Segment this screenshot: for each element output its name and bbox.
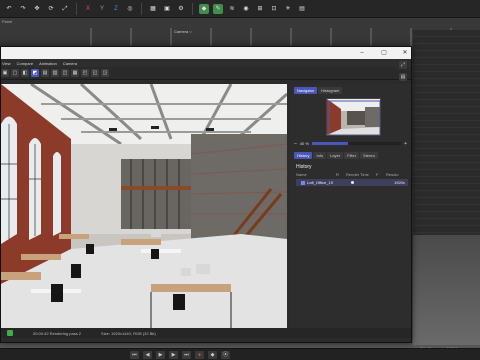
viewer-tool-icon[interactable]: ◱ — [91, 69, 99, 77]
panel-label: Panel — [2, 19, 13, 24]
z-axis-icon[interactable]: Z — [111, 4, 121, 14]
go-start-icon[interactable]: ⏮ — [130, 350, 139, 359]
viewer-extra-icons: ⤢ ▤ — [399, 59, 411, 89]
navigator-tabs: Navigator Histogram — [294, 87, 343, 94]
rotate-icon[interactable]: ⟳ — [46, 4, 56, 14]
render-region-icon[interactable]: ▦ — [148, 4, 158, 14]
history-row-checkbox[interactable] — [301, 180, 305, 185]
viewer-tool-icon[interactable]: ▥ — [51, 69, 59, 77]
tab-history[interactable]: History — [294, 152, 313, 159]
toolbar-separator — [192, 2, 193, 15]
menu-view[interactable]: View — [2, 61, 11, 66]
camera-icon[interactable]: ▤ — [297, 4, 307, 14]
snap-icon[interactable]: ⊞ — [255, 4, 265, 14]
render-progress-indicator — [7, 330, 13, 336]
redo-icon[interactable]: ↷ — [18, 4, 28, 14]
history-columns: Name R Render Time F Resolu — [296, 172, 408, 177]
history-tabs: History Info Layer Filter Stereo — [294, 152, 378, 159]
col-resolution[interactable]: Resolu — [386, 172, 406, 177]
viewer-tool-icon[interactable]: ◰ — [81, 69, 89, 77]
menu-animation[interactable]: Animation — [39, 61, 57, 66]
col-r[interactable]: R — [336, 172, 346, 177]
go-end-icon[interactable]: ⏭ — [182, 350, 191, 359]
navigator-preview — [327, 99, 380, 135]
camera-label[interactable]: Camera ○ — [174, 29, 192, 34]
timeline-bar: ⏮ ◀ ▶ ▶ ⏭ ● ◆ ⦿ — [0, 348, 480, 360]
loft-office-render — [1, 84, 287, 328]
render-view-icon[interactable]: ▣ — [162, 4, 172, 14]
prev-frame-icon[interactable]: ◀ — [143, 350, 152, 359]
history-heading: History — [296, 164, 312, 170]
menu-camera[interactable]: Camera — [63, 61, 77, 66]
viewer-tool-icon[interactable]: ◧ — [21, 69, 29, 77]
tab-navigator[interactable]: Navigator — [294, 87, 318, 94]
tab-layer[interactable]: Layer — [327, 152, 344, 159]
viewer-tool-icon[interactable]: ◩ — [31, 69, 39, 77]
history-row-resolution: 1920x — [394, 180, 405, 185]
minimize-icon[interactable]: – — [356, 47, 368, 59]
tab-info[interactable]: Info — [313, 152, 327, 159]
status-image-size: Size: 1920x1440, RGB (32 Bit) — [101, 330, 156, 336]
col-f[interactable]: F — [376, 172, 386, 177]
col-render-time[interactable]: Render Time — [346, 172, 376, 177]
expand-icon[interactable]: ⤢ — [399, 61, 407, 69]
record-icon[interactable]: ● — [195, 350, 204, 359]
viewer-tool-icon[interactable]: ◲ — [101, 69, 109, 77]
pen-icon[interactable]: ✎ — [213, 3, 223, 14]
autokey-icon[interactable]: ⦿ — [221, 350, 230, 359]
render-image — [1, 84, 287, 328]
play-icon[interactable]: ▶ — [156, 350, 165, 359]
zoom-in-icon[interactable]: + — [404, 141, 407, 147]
undo-icon[interactable]: ↶ — [4, 4, 14, 14]
picture-viewer-menubar: View Compare Animation Camera — [1, 59, 411, 67]
move-icon[interactable]: ✥ — [32, 4, 42, 14]
cube-icon[interactable]: ◆ — [199, 3, 209, 14]
status-render-pass: 00:00:42 Rendering pass 2 — [33, 330, 82, 336]
close-icon[interactable]: ✕ — [399, 47, 411, 59]
history-row-status-dot — [351, 181, 354, 184]
picture-viewer-window: – ▢ ✕ View Compare Animation Camera ▣ ▢ ◧ ◩ ▤ ▥ ◫… — [0, 46, 412, 343]
picture-viewer-statusbar: 00:00:42 Rendering pass 2 Size: 1920x144… — [1, 328, 411, 338]
y-axis-icon[interactable]: Y — [97, 4, 107, 14]
render-settings-icon[interactable]: ⚙ — [176, 4, 186, 14]
picture-viewer-titlebar[interactable]: – ▢ ✕ — [1, 47, 411, 59]
zoom-row: – 40 % + — [294, 140, 407, 147]
toolbar-separator — [141, 2, 142, 15]
tab-filter[interactable]: Filter — [344, 152, 360, 159]
viewer-tool-icon[interactable]: ▢ — [11, 69, 19, 77]
maximize-icon[interactable]: ▢ — [378, 47, 390, 59]
col-name[interactable]: Name — [296, 172, 336, 177]
keyframe-icon[interactable]: ◆ — [208, 350, 217, 359]
lock-icon[interactable]: ⊡ — [269, 4, 279, 14]
zoom-slider-fill — [311, 142, 348, 145]
light-icon[interactable]: ☀ — [283, 4, 293, 14]
history-row[interactable]: Loft_Office_19 1920x — [296, 179, 408, 186]
viewer-tool-icon[interactable]: ◫ — [61, 69, 69, 77]
tab-histogram[interactable]: Histogram — [318, 87, 343, 94]
zoom-value[interactable]: 40 % — [300, 141, 309, 146]
history-row-name: Loft_Office_19 — [307, 180, 333, 185]
viewer-tool-icon[interactable]: ▦ — [71, 69, 79, 77]
tab-stereo[interactable]: Stereo — [360, 152, 378, 159]
next-frame-icon[interactable]: ▶ — [169, 350, 178, 359]
world-icon[interactable]: ◎ — [125, 4, 135, 14]
zoom-slider[interactable] — [311, 142, 402, 145]
zoom-out-icon[interactable]: – — [294, 141, 297, 147]
panel-toggle-icon[interactable]: ▤ — [399, 73, 407, 81]
navigator-thumbnail[interactable] — [326, 98, 381, 136]
toolbar-separator — [76, 2, 77, 15]
viewport-floor — [413, 235, 480, 345]
scale-icon[interactable]: ⤢ — [60, 4, 70, 14]
viewer-tool-icon[interactable]: ▣ — [1, 69, 9, 77]
picture-viewer-iconbar: ▣ ▢ ◧ ◩ ▤ ▥ ◫ ▦ ◰ ◱ ◲ — [1, 67, 411, 80]
hair-icon[interactable]: ≋ — [227, 4, 237, 14]
viewer-tool-icon[interactable]: ▤ — [41, 69, 49, 77]
x-axis-icon[interactable]: X — [83, 4, 93, 14]
menu-compare[interactable]: Compare — [17, 61, 33, 66]
side-panel: Navigator Histogram – 40 % + History Inf… — [290, 84, 411, 328]
main-toolbar: ↶ ↷ ✥ ⟳ ⤢ X Y Z ◎ ▦ ▣ ⚙ ◆ ✎ ≋ ◉ ⊞ ⊡ ☀ ▤ — [0, 0, 480, 18]
shader-icon[interactable]: ◉ — [241, 4, 251, 14]
